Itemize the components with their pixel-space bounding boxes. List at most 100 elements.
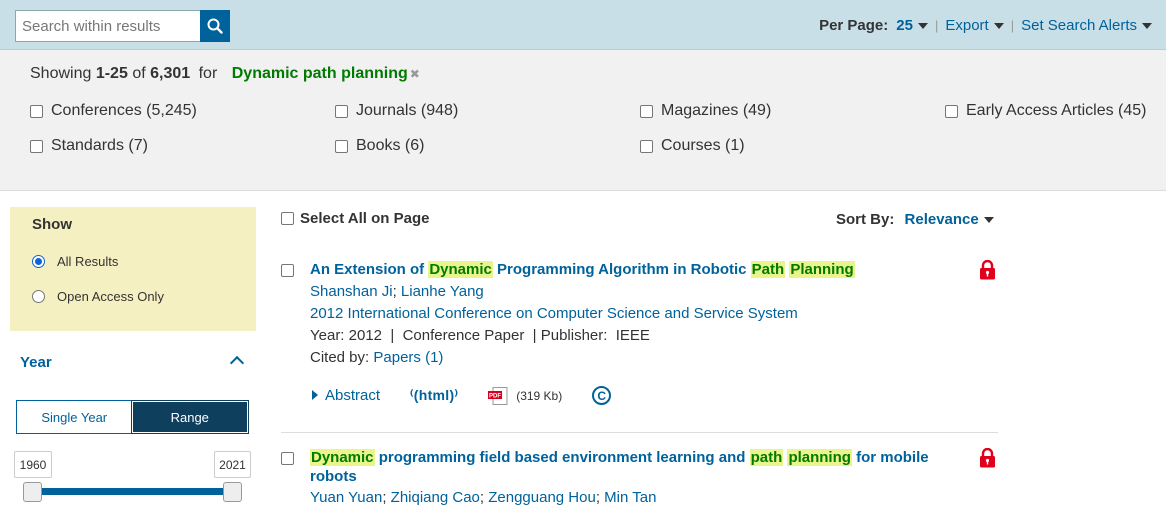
result-actions: Abstract ⁽(html)⁾ PDF (319 Kb) C [312,386,612,405]
title-text: programming field based environment lear… [374,449,750,466]
author-link[interactable]: Min Tan [604,489,656,506]
year-slider-min-handle[interactable] [23,482,42,502]
search-query: Dynamic path planning [231,65,408,82]
title-highlight: Dynamic [310,449,375,466]
per-page-dropdown[interactable]: 25 [896,17,928,34]
result-divider [281,432,998,433]
year-slider-max-handle[interactable] [223,482,242,502]
title-highlight: Path [750,261,786,278]
lock-icon [980,448,995,468]
result-venue: 2012 International Conference on Compute… [310,305,798,322]
filter-label: Courses (1) [661,137,745,154]
select-all[interactable]: Select All on Page [281,210,430,227]
summary-of: of [132,65,146,82]
filter-conferences[interactable]: Conferences (5,245) [30,102,197,120]
filter-label: Standards (7) [51,137,148,154]
year-from-input[interactable]: 1960 [14,451,52,478]
radio-label: Open Access Only [57,289,164,304]
result-checkbox[interactable] [281,452,294,465]
pdf-label: PDF [489,393,501,399]
author-link[interactable]: Zengguang Hou [488,489,596,506]
filter-standards[interactable]: Standards (7) [30,137,148,155]
filter-courses[interactable]: Courses (1) [640,137,745,155]
filter-label: Early Access Articles (45) [966,102,1147,119]
clear-query-icon[interactable]: ✖ [410,67,420,81]
checkbox[interactable] [281,212,294,225]
per-page-label: Per Page: [819,17,889,34]
chevron-up-icon[interactable] [229,355,245,371]
checkbox[interactable] [640,104,653,118]
search-button[interactable] [200,10,230,42]
filter-label: Magazines (49) [661,102,772,119]
filter-label: Conferences (5,245) [51,102,197,119]
year-panel-title[interactable]: Year [20,354,52,371]
html-label: html [418,387,450,403]
venue-link[interactable]: 2012 International Conference on Compute… [310,305,798,322]
alerts-label: Set Search Alerts [1021,17,1137,34]
radio-open-access[interactable]: Open Access Only [32,289,164,304]
result-title[interactable]: An Extension of Dynamic Programming Algo… [310,260,950,279]
checkbox[interactable] [335,139,348,153]
cited-papers-link[interactable]: Papers (1) [373,349,443,366]
result-authors: Shanshan Ji; Lianhe Yang [310,283,484,300]
author-link[interactable]: Lianhe Yang [401,283,484,300]
result-authors: Yuan Yuan; Zhiqiang Cao; Zengguang Hou; … [310,489,657,506]
year-slider-track[interactable] [33,488,232,495]
copyright-icon[interactable]: C [592,386,612,405]
sort-by: Sort By: Relevance [836,211,994,228]
author-link[interactable]: Yuan Yuan [310,489,382,506]
checkbox[interactable] [640,139,653,153]
title-highlight: planning [787,449,852,466]
summary-total: 6,301 [150,65,191,82]
filter-label: Books (6) [356,137,425,154]
chevron-down-icon [917,23,928,30]
pdf-size: (319 Kb) [516,388,563,403]
sort-label: Sort By: [836,211,895,228]
range-button[interactable]: Range [130,400,249,434]
year-mode-toggle: Single Year Range [16,400,249,434]
filter-journals[interactable]: Journals (948) [335,102,458,120]
checkbox[interactable] [30,139,43,153]
checkbox[interactable] [30,104,43,118]
sort-dropdown[interactable]: Relevance [905,211,994,228]
filter-bar: Showing 1-25 of 6,301 for Dynamic path p… [0,50,1166,191]
result-checkbox[interactable] [281,264,294,277]
search-icon [207,18,223,34]
radio-all-results[interactable]: All Results [32,254,118,269]
pdf-link[interactable]: PDF (319 Kb) [488,386,563,405]
radio-label: All Results [57,254,119,269]
title-highlight: path [749,449,784,466]
export-dropdown[interactable]: Export [945,17,1004,34]
html-link[interactable]: ⁽(html)⁾ [410,387,458,404]
title-text: Programming Algorithm in Robotic [492,261,751,278]
year-to-input[interactable]: 2021 [214,451,251,478]
top-bar: Per Page: 25 | Export | Set Search Alert… [0,0,1166,50]
divider: | [934,18,939,33]
chevron-down-icon [1142,23,1152,30]
select-all-label: Select All on Page [300,210,430,227]
title-text: for mobile [851,449,929,466]
summary-range: 1-25 [95,65,128,82]
filter-magazines[interactable]: Magazines (49) [640,102,771,120]
abstract-toggle[interactable]: Abstract [312,387,380,404]
chevron-down-icon [983,217,994,224]
filter-books[interactable]: Books (6) [335,137,424,155]
export-label: Export [945,17,989,34]
result-title[interactable]: Dynamic programming field based environm… [310,448,950,486]
search-input[interactable] [15,10,201,42]
author-link[interactable]: Zhiqiang Cao [391,489,480,506]
radio-button[interactable] [32,290,45,303]
filter-early-access[interactable]: Early Access Articles (45) [945,102,1147,120]
search-alerts-dropdown[interactable]: Set Search Alerts [1021,17,1152,34]
single-year-button[interactable]: Single Year [17,401,132,433]
radio-button[interactable] [32,255,45,268]
divider: | [1010,18,1015,33]
checkbox[interactable] [335,104,348,118]
show-panel: Show All Results Open Access Only [10,207,256,331]
title-text: An Extension of [310,261,429,278]
author-link[interactable]: Shanshan Ji [310,283,393,300]
summary-for: for [198,65,218,82]
caret-right-icon [312,390,318,400]
show-panel-title: Show [32,216,72,233]
checkbox[interactable] [945,104,958,118]
